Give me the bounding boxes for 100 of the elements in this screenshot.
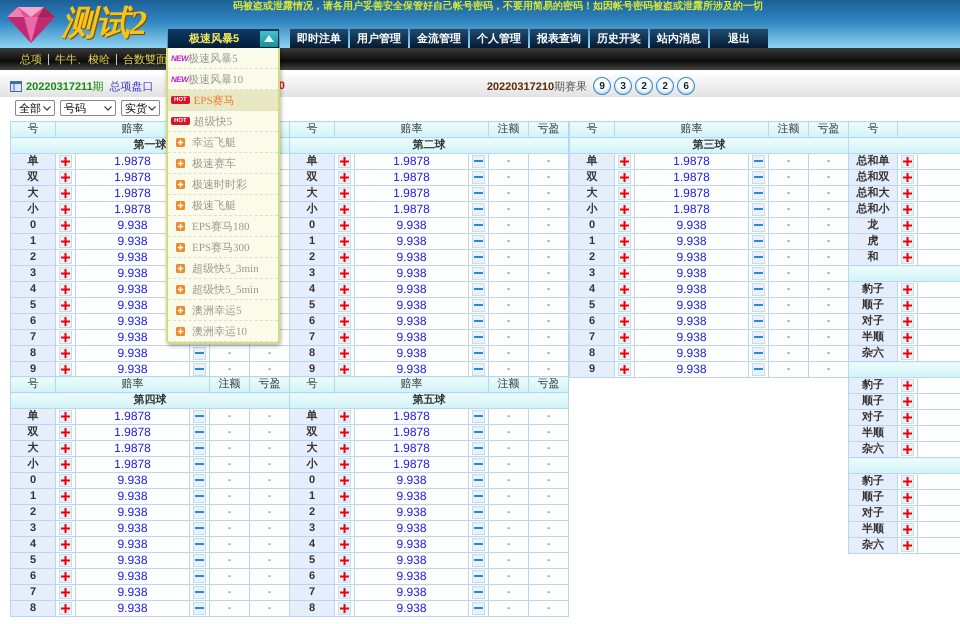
plus-button[interactable] (618, 170, 631, 184)
minus-button[interactable] (472, 234, 486, 248)
plus-button[interactable] (901, 378, 914, 392)
plus-button[interactable] (59, 282, 72, 296)
plus-button[interactable] (338, 586, 351, 599)
plus-button[interactable] (338, 346, 351, 360)
plus-button[interactable] (59, 474, 72, 487)
minus-button[interactable] (193, 346, 206, 360)
plus-button[interactable] (901, 426, 914, 440)
plus-button[interactable] (338, 266, 351, 280)
market-link[interactable]: 总项盘口 (110, 78, 154, 94)
plus-button[interactable] (59, 458, 72, 471)
minus-button[interactable] (752, 250, 766, 264)
plus-button[interactable] (338, 234, 351, 248)
minus-button[interactable] (752, 186, 766, 200)
plus-button[interactable] (618, 346, 631, 360)
minus-button[interactable] (472, 602, 486, 615)
nav-tab[interactable]: 退出 (710, 28, 768, 48)
plus-button[interactable] (338, 602, 351, 615)
plus-button[interactable] (901, 442, 914, 456)
minus-button[interactable] (472, 346, 486, 360)
plus-button[interactable] (59, 250, 72, 264)
plus-button[interactable] (59, 218, 72, 232)
minus-button[interactable] (752, 202, 766, 216)
minus-button[interactable] (472, 426, 486, 439)
minus-button[interactable] (193, 458, 206, 471)
minus-button[interactable] (472, 186, 486, 200)
plus-button[interactable] (59, 186, 72, 200)
plus-button[interactable] (59, 554, 72, 567)
plus-button[interactable] (901, 506, 914, 520)
plus-button[interactable] (618, 330, 631, 344)
plus-button[interactable] (59, 202, 72, 216)
plus-button[interactable] (338, 442, 351, 455)
minus-button[interactable] (752, 362, 766, 376)
plus-button[interactable] (618, 314, 631, 328)
filter-select[interactable]: 实货 (121, 100, 160, 116)
minus-button[interactable] (472, 522, 486, 535)
plus-button[interactable] (338, 218, 351, 232)
minus-button[interactable] (752, 218, 766, 232)
game-select[interactable]: 极速风暴5 (167, 28, 280, 48)
plus-button[interactable] (59, 170, 72, 184)
plus-button[interactable] (338, 170, 351, 184)
minus-button[interactable] (472, 218, 486, 232)
minus-button[interactable] (472, 538, 486, 551)
plus-button[interactable] (901, 474, 914, 488)
plus-button[interactable] (59, 298, 72, 312)
plus-button[interactable] (901, 346, 914, 360)
nav-tab[interactable]: 即时注单 (290, 28, 348, 48)
plus-button[interactable] (338, 314, 351, 328)
plus-button[interactable] (338, 330, 351, 344)
plus-button[interactable] (338, 458, 351, 471)
minus-button[interactable] (472, 170, 486, 184)
minus-button[interactable] (193, 490, 206, 503)
plus-button[interactable] (618, 282, 631, 296)
plus-button[interactable] (901, 538, 914, 552)
minus-button[interactable] (472, 330, 486, 344)
minus-button[interactable] (752, 346, 766, 360)
minus-button[interactable] (193, 362, 206, 376)
minus-button[interactable] (472, 570, 486, 583)
plus-button[interactable] (59, 234, 72, 248)
minus-button[interactable] (472, 458, 486, 471)
plus-button[interactable] (59, 506, 72, 519)
plus-button[interactable] (618, 250, 631, 264)
plus-button[interactable] (59, 154, 72, 168)
plus-button[interactable] (618, 218, 631, 232)
minus-button[interactable] (193, 474, 206, 487)
plus-button[interactable] (338, 282, 351, 296)
plus-button[interactable] (901, 170, 914, 184)
plus-button[interactable] (59, 538, 72, 551)
sub-nav-link[interactable]: 牛牛、梭哈 (55, 52, 110, 66)
minus-button[interactable] (193, 538, 206, 551)
nav-tab[interactable]: 报表查询 (530, 28, 588, 48)
plus-button[interactable] (59, 442, 72, 455)
plus-button[interactable] (618, 234, 631, 248)
minus-button[interactable] (472, 154, 486, 168)
minus-button[interactable] (752, 154, 766, 168)
plus-button[interactable] (338, 490, 351, 503)
minus-button[interactable] (472, 506, 486, 519)
plus-button[interactable] (338, 426, 351, 439)
minus-button[interactable] (193, 506, 206, 519)
plus-button[interactable] (59, 522, 72, 535)
minus-button[interactable] (752, 282, 766, 296)
minus-button[interactable] (472, 298, 486, 312)
plus-button[interactable] (618, 154, 631, 168)
minus-button[interactable] (472, 314, 486, 328)
minus-button[interactable] (472, 202, 486, 216)
minus-button[interactable] (472, 442, 486, 455)
plus-button[interactable] (338, 554, 351, 567)
plus-button[interactable] (59, 586, 72, 599)
plus-button[interactable] (338, 538, 351, 551)
minus-button[interactable] (193, 522, 206, 535)
sub-nav-link[interactable]: 合数雙面 (123, 52, 167, 66)
plus-button[interactable] (901, 522, 914, 536)
plus-button[interactable] (618, 266, 631, 280)
plus-button[interactable] (901, 394, 914, 408)
minus-button[interactable] (193, 586, 206, 599)
plus-button[interactable] (338, 522, 351, 535)
plus-button[interactable] (901, 218, 914, 232)
plus-button[interactable] (59, 410, 72, 423)
plus-button[interactable] (59, 362, 72, 376)
